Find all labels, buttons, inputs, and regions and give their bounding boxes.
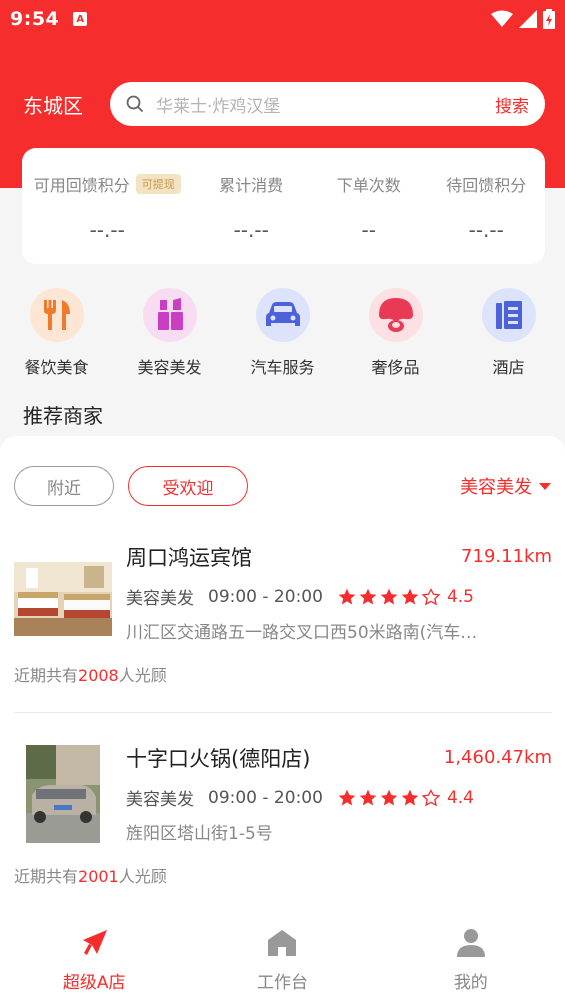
merchant-thumbnail <box>14 562 112 636</box>
merchant-meta: 美容美发 09:00 - 20:00 4.5 <box>126 584 474 610</box>
stat-label: 可用回馈积分 <box>33 176 130 195</box>
star-filled-icon <box>359 789 377 805</box>
rocket-icon <box>77 926 111 960</box>
stat-total-spending[interactable]: 累计消费 --.-- <box>192 148 310 264</box>
bottom-tab-bar: 超级A店 工作台 我的 <box>0 916 565 1004</box>
hotel-icon <box>481 288 536 342</box>
divider <box>14 712 552 713</box>
filter-nearby[interactable]: 附近 <box>14 466 114 506</box>
home-icon <box>265 926 299 960</box>
search-button[interactable]: 搜索 <box>495 92 529 117</box>
merchant-hours: 09:00 - 20:00 <box>208 586 323 607</box>
filter-popular[interactable]: 受欢迎 <box>128 466 248 506</box>
stat-value: -- <box>361 218 376 242</box>
mushroom-icon <box>368 288 423 342</box>
battery-icon <box>543 9 555 29</box>
category-label: 奢侈品 <box>371 358 420 377</box>
star-filled-icon <box>401 588 419 604</box>
category-grid: 餐饮美食 美容美发 汽车服务 奢侈品 酒店 <box>0 288 565 388</box>
section-title: 推荐商家 <box>23 404 103 428</box>
district-selector[interactable]: 东城区 <box>23 90 103 119</box>
notification-icon: A <box>73 12 88 26</box>
star-filled-icon <box>380 789 398 805</box>
category-filter-label: 美容美发 <box>460 477 532 498</box>
merchant-visits: 近期共有2001人光顾 <box>14 867 167 886</box>
category-label: 美容美发 <box>137 358 202 377</box>
lipstick-icon <box>142 288 197 342</box>
stat-value: --.-- <box>233 218 269 242</box>
rating-stars <box>337 788 441 808</box>
merchant-distance: 1,460.47km <box>443 747 552 768</box>
category-luxury[interactable]: 奢侈品 <box>339 288 452 388</box>
merchant-name: 十字口火锅(德阳店) <box>126 747 311 771</box>
category-label: 汽车服务 <box>250 358 315 377</box>
category-food[interactable]: 餐饮美食 <box>0 288 113 388</box>
stat-label: 下单次数 <box>336 176 401 195</box>
tab-label: 工作台 <box>256 973 308 993</box>
category-car[interactable]: 汽车服务 <box>226 288 339 388</box>
filter-row: 附近 受欢迎 美容美发 <box>14 466 552 506</box>
stat-value: --.-- <box>89 218 125 242</box>
merchant-category: 美容美发 <box>126 790 194 810</box>
tab-mine[interactable]: 我的 <box>377 916 565 1004</box>
category-hotel[interactable]: 酒店 <box>452 288 565 388</box>
category-filter-dropdown[interactable]: 美容美发 <box>460 473 552 499</box>
star-filled-icon <box>338 588 356 604</box>
status-time: 9:54 <box>10 8 60 30</box>
star-outline-icon <box>421 587 441 605</box>
wifi-icon <box>491 10 513 27</box>
caret-down-icon <box>539 483 551 490</box>
star-filled-icon <box>380 588 398 604</box>
merchant-rating: 4.4 <box>446 787 474 808</box>
merchant-rating: 4.5 <box>446 586 474 607</box>
tab-super-store[interactable]: 超级A店 <box>0 916 188 1004</box>
utensils-icon <box>29 288 84 342</box>
star-filled-icon <box>338 789 356 805</box>
tab-label: 超级A店 <box>62 973 126 993</box>
tab-label: 我的 <box>453 973 488 993</box>
stat-order-count[interactable]: 下单次数 -- <box>310 148 428 264</box>
tab-workbench[interactable]: 工作台 <box>188 916 376 1004</box>
search-icon <box>126 94 146 114</box>
stat-available-points[interactable]: 可用回馈积分 可提现 --.-- <box>22 148 192 264</box>
rating-stars <box>337 587 441 607</box>
merchant-hours: 09:00 - 20:00 <box>208 787 323 808</box>
signal-icon <box>519 10 537 28</box>
merchant-thumbnail <box>26 745 100 843</box>
stat-label: 累计消费 <box>219 176 284 195</box>
stats-card: 可用回馈积分 可提现 --.-- 累计消费 --.-- 下单次数 -- 待回馈积… <box>22 148 545 264</box>
merchant-name: 周口鸿运宾馆 <box>126 546 252 570</box>
visit-count: 2008 <box>78 666 119 685</box>
search-bar[interactable]: 华莱士·炸鸡汉堡 搜索 <box>110 82 545 126</box>
merchant-meta: 美容美发 09:00 - 20:00 4.4 <box>126 785 474 811</box>
withdrawable-badge: 可提现 <box>135 174 181 194</box>
merchant-address: 川汇区交通路五一路交叉口西50米路南(汽车… <box>126 623 478 643</box>
visit-count: 2001 <box>78 867 119 886</box>
category-label: 餐饮美食 <box>24 358 89 377</box>
search-input[interactable]: 华莱士·炸鸡汉堡 <box>156 92 495 117</box>
merchant-category: 美容美发 <box>126 589 194 609</box>
user-icon <box>454 926 488 960</box>
header-row: 东城区 华莱士·炸鸡汉堡 搜索 <box>0 82 565 126</box>
merchant-card[interactable]: 十字口火锅(德阳店) 1,460.47km 美容美发 09:00 - 20:00… <box>14 743 552 903</box>
star-filled-icon <box>401 789 419 805</box>
category-beauty[interactable]: 美容美发 <box>113 288 226 388</box>
status-indicators <box>491 9 555 29</box>
star-outline-icon <box>421 788 441 806</box>
category-label: 酒店 <box>492 358 525 377</box>
merchant-address: 旌阳区塔山街1-5号 <box>126 824 273 844</box>
car-icon <box>255 288 310 342</box>
stat-value: --.-- <box>468 218 504 242</box>
merchant-visits: 近期共有2008人光顾 <box>14 666 167 685</box>
status-bar: 9:54 A <box>0 0 565 38</box>
stat-pending-points[interactable]: 待回馈积分 --.-- <box>427 148 545 264</box>
merchant-distance: 719.11km <box>461 546 552 567</box>
star-filled-icon <box>359 588 377 604</box>
stat-label: 待回馈积分 <box>446 176 527 195</box>
merchant-card[interactable]: 周口鸿运宾馆 719.11km 美容美发 09:00 - 20:00 4.5 川… <box>14 542 552 702</box>
